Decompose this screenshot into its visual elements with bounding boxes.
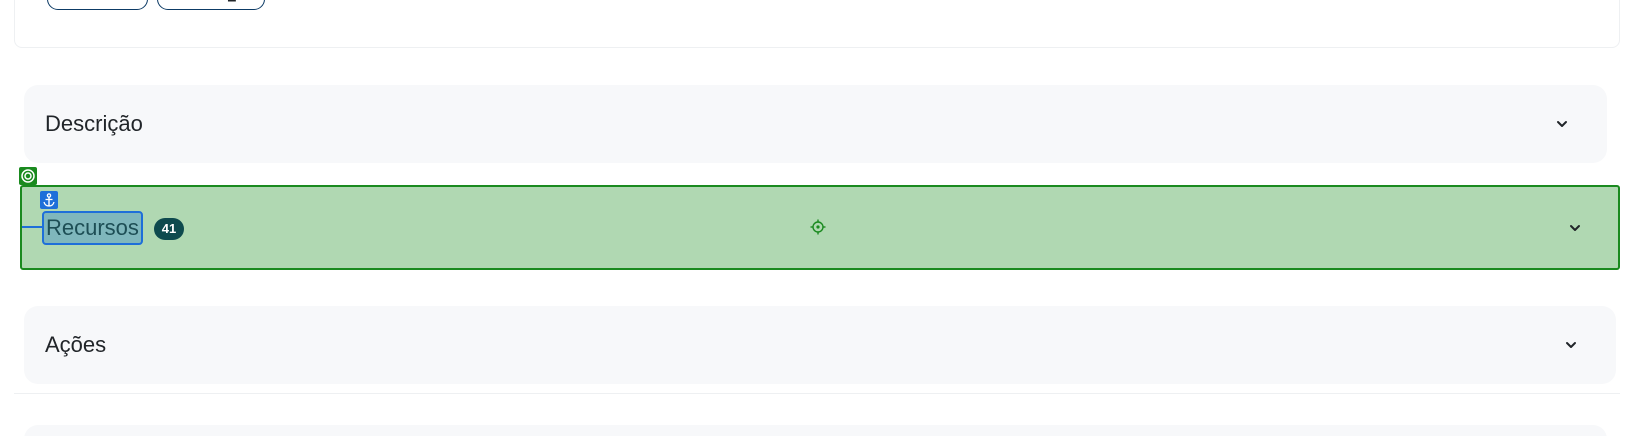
pill-button-2[interactable]: ▁: [157, 0, 265, 10]
crosshair-icon: [810, 219, 826, 235]
pill-button-1[interactable]: ▴: [47, 0, 148, 10]
connector-line: [22, 226, 42, 228]
accordion-recursos-title-box: Recursos: [42, 211, 143, 245]
accordion-acoes[interactable]: Ações: [24, 306, 1616, 384]
pill-icon-2: ▁: [228, 0, 236, 2]
pill-icon-1: ▴: [78, 0, 83, 2]
accordion-acoes-title: Ações: [45, 332, 107, 357]
chevron-down-icon[interactable]: [1568, 221, 1582, 235]
target-icon: [19, 167, 37, 185]
chevron-down-icon[interactable]: [1555, 117, 1569, 131]
accordion-descricao[interactable]: Descrição: [24, 85, 1607, 163]
count-badge: 41: [154, 218, 184, 240]
bottom-card: [24, 425, 1607, 436]
chevron-down-icon[interactable]: [1564, 338, 1578, 352]
accordion-descricao-title: Descrição: [45, 111, 143, 136]
divider: [14, 393, 1620, 394]
page: ▴ ▁ Descrição Recursos 41: [0, 0, 1639, 436]
anchor-icon: [40, 191, 58, 209]
accordion-recursos-title: Recursos: [46, 215, 139, 240]
